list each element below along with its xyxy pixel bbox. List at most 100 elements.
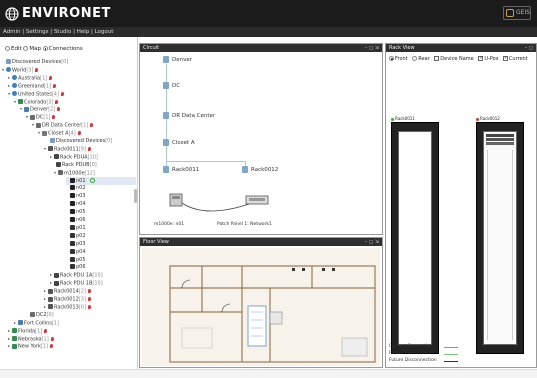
tree-item-count: [3] (26, 67, 34, 74)
tree-item[interactable]: n01 (66, 176, 136, 185)
menu-studio[interactable]: Studio (54, 29, 72, 35)
edit-radio[interactable] (5, 46, 10, 51)
tree-item[interactable]: ▸ Rack0013[0] (44, 303, 91, 311)
tree-item-label: Denver (30, 106, 49, 113)
front-radio[interactable] (389, 56, 394, 61)
tree-item[interactable]: ▾ World[3] (2, 66, 39, 74)
circuit-node-denver[interactable]: Denver (163, 56, 192, 63)
tree-item[interactable]: ▾ DR Data Center[1] (32, 121, 94, 129)
tree-item-label: World (12, 67, 27, 74)
tree-item[interactable]: ▾ United States[4] (8, 90, 64, 98)
location-pin-icon (44, 328, 48, 333)
tree-item[interactable]: n03 (66, 192, 86, 200)
tree-item[interactable]: ▸ Fort Collins[1] (14, 319, 59, 327)
location-pin-icon (49, 75, 53, 80)
rack-0011[interactable] (391, 122, 439, 354)
tree-item-label: Rack PDUB (62, 161, 90, 168)
tree-item[interactable]: ▸ Rack PDUA[10] (50, 153, 98, 161)
tree-item[interactable]: ▸ Florida[1] (8, 327, 48, 335)
tree-item[interactable]: ▸ Australia[1] (8, 74, 53, 82)
tree-item[interactable]: ▾ m1000e[12] (54, 169, 95, 177)
floor-plan-drawing[interactable] (142, 248, 380, 366)
tree-item[interactable]: ▾ Colorado[3] (14, 98, 59, 106)
tree-item[interactable]: p04 (66, 248, 86, 256)
tree-item-count: [1] (41, 336, 49, 342)
tree-item[interactable]: Discovered Devices[0] (2, 58, 68, 66)
tree-item-label: Discovered Devices (56, 138, 106, 144)
tree-item[interactable]: p05 (66, 256, 86, 264)
tree-item[interactable]: ▾ Closet A[4] (38, 129, 81, 137)
network-device[interactable] (486, 138, 514, 141)
tree-item[interactable]: p06 (66, 263, 86, 271)
circuit-node-dr-data-center[interactable]: DR Data Center (163, 112, 215, 119)
tree-item[interactable]: ▸ Greenland[1] (8, 82, 57, 90)
rear-radio[interactable] (412, 56, 418, 61)
tree-item[interactable]: ▸ Rack0012[3] (44, 295, 91, 303)
tree-item-label: United States (18, 91, 52, 98)
tree-item[interactable]: n04 (66, 200, 86, 208)
circuit-window-controls[interactable]: – ◻ ⇲ (365, 44, 379, 52)
building-icon (163, 56, 169, 63)
tree-item[interactable]: n05 (66, 208, 86, 216)
connections-radio[interactable] (42, 46, 48, 51)
current-checkbox[interactable] (502, 55, 508, 61)
port-icon (70, 232, 75, 238)
circuit-node-rack0011[interactable]: Rack0011 (163, 166, 199, 173)
pdu-icon (54, 272, 59, 278)
circuit-node-label: Denver (172, 57, 193, 63)
patch-panel-device[interactable] (486, 134, 514, 137)
port-icon (70, 256, 75, 262)
tree-item-label: DR Data Center (42, 122, 82, 129)
circuit-node-closet-a[interactable]: Closet A (163, 139, 195, 146)
tree-item-count: [1] (40, 75, 48, 82)
location-pin-icon (87, 146, 91, 151)
menu-admin[interactable]: Admin (3, 29, 21, 35)
tree-item[interactable]: ▸ Rack PDU 1A[10] (50, 271, 103, 279)
tree-item-count: [10] (92, 272, 103, 279)
rack-icon (242, 166, 248, 173)
tree-item-label: n02 (76, 185, 86, 192)
chassis-icon (58, 170, 63, 176)
rack-window-controls[interactable]: – ◻ (525, 44, 533, 52)
tree-item[interactable]: ▸ New York[1] (8, 342, 53, 350)
menu-logout[interactable]: Logout (95, 29, 114, 35)
globe-icon (6, 67, 11, 73)
location-pin-icon (55, 99, 59, 104)
tree-item[interactable]: n02 (66, 184, 86, 192)
network-device[interactable] (486, 142, 514, 145)
pdu-icon (54, 154, 59, 160)
tree-item[interactable]: DC2[0] (26, 311, 54, 319)
floor-window-controls[interactable]: – ◻ ⇲ (365, 238, 379, 246)
tree-item[interactable]: ▸ Nebraska[1] (8, 335, 54, 343)
tree-item[interactable]: Rack PDUB[0] (52, 161, 97, 169)
tree-item[interactable]: p02 (66, 232, 86, 240)
map-radio[interactable] (23, 46, 29, 51)
tree-item-count: [1] (81, 122, 89, 129)
tree-item-label: Nebraska (18, 336, 42, 342)
tree-scrollbar[interactable] (134, 189, 137, 203)
circuit-node-rack0012[interactable]: Rack0012 (242, 166, 278, 173)
tree-item[interactable]: ▾ DC[1] (26, 113, 56, 121)
tree-item[interactable]: n06 (66, 216, 86, 224)
circuit-node-dc[interactable]: DC (163, 82, 180, 89)
tree-item[interactable]: ▸ Rack PDU 1B[10] (50, 279, 103, 287)
tree-item[interactable]: ▸ Rack0014[2] (44, 287, 91, 295)
tree-item[interactable]: ▾ Denver[2] (20, 105, 61, 113)
tree-item[interactable]: Discovered Devices[0] (46, 137, 112, 145)
location-pin-icon (50, 344, 53, 349)
menu-settings[interactable]: Settings (26, 29, 49, 35)
rack-0012-mounting-area (483, 131, 517, 345)
rack-0012[interactable] (476, 122, 524, 354)
current-label: Current (508, 56, 528, 62)
tree-item-label: n01 (76, 177, 86, 184)
u-pos-checkbox[interactable] (478, 55, 484, 61)
tree-item-label: n04 (76, 201, 86, 208)
pdu-icon (56, 161, 61, 167)
rack-title-bar: Rack View – ◻ (386, 44, 536, 52)
device-name-checkbox[interactable] (434, 56, 440, 61)
menu-help[interactable]: Help (77, 29, 90, 35)
tree-item[interactable]: p03 (66, 240, 86, 248)
tree-item[interactable]: ▾ Rack0011[9] (44, 145, 91, 153)
tree-item[interactable]: p01 (66, 224, 86, 232)
tree-item-label: Rack0011 (54, 146, 79, 153)
